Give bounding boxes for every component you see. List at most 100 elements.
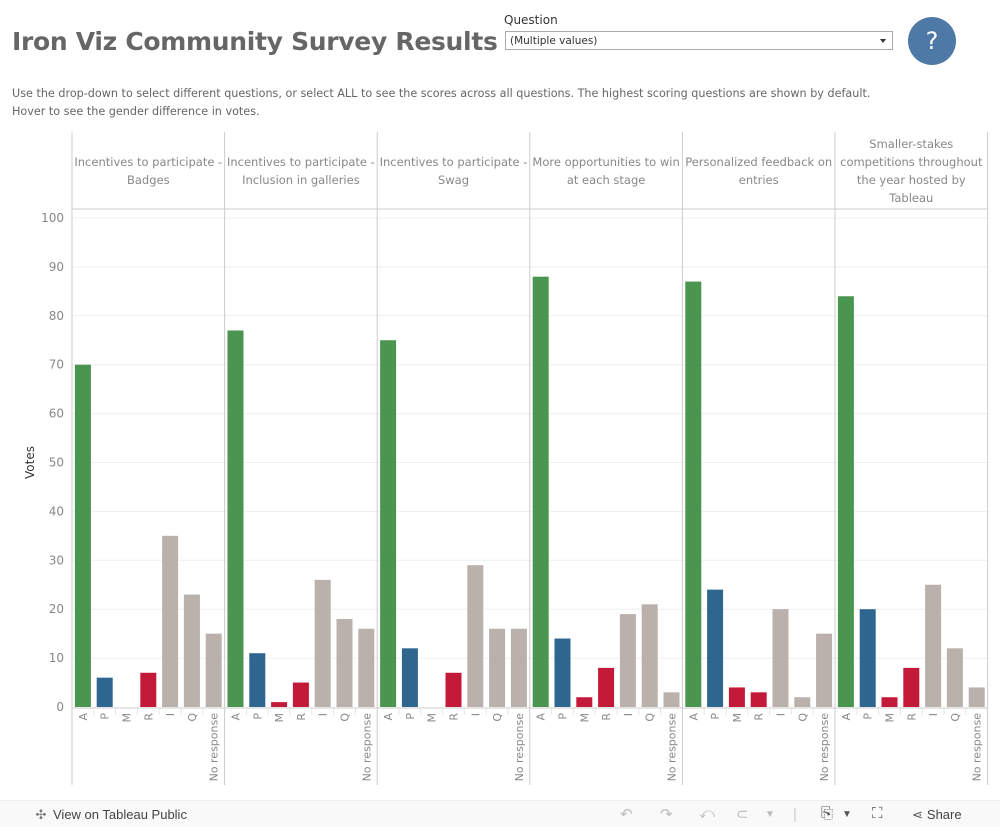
bar-i (162, 535, 179, 707)
revert-icon[interactable]: ⤺ (699, 805, 715, 822)
panel-title-line: Incentives to participate - (74, 155, 222, 169)
x-tick-label: P (99, 713, 112, 720)
share-button[interactable]: ⋖ Share (912, 807, 962, 823)
x-tick-label: A (535, 713, 548, 721)
x-tick-label: A (687, 713, 700, 721)
panel-title-line: Inclusion in galleries (242, 173, 360, 187)
bar-r (140, 672, 157, 707)
x-tick-label: P (557, 713, 570, 720)
panel-title-line: Incentives to participate - (227, 155, 375, 169)
dashboard-title: Iron Viz Community Survey Results (12, 27, 498, 56)
y-tick-label: 80 (49, 309, 64, 323)
bar-m (576, 697, 593, 707)
x-tick-label: No response (971, 713, 984, 782)
panel-title-line: at each stage (567, 173, 646, 187)
bar-i (467, 565, 484, 707)
bar-q (489, 628, 506, 707)
description-line-2: Hover to see the gender difference in vo… (12, 105, 260, 118)
y-axis-label: Votes (23, 446, 37, 479)
refresh-dropdown-icon[interactable]: ▼ (765, 809, 775, 820)
x-tick-label: I (927, 713, 940, 716)
x-tick-label: M (731, 713, 744, 723)
x-tick-label: No response (360, 713, 373, 782)
x-tick-label: Q (796, 713, 809, 722)
help-button[interactable]: ? (908, 17, 956, 65)
y-tick-label: 20 (49, 602, 64, 616)
bar-a (380, 340, 397, 707)
x-tick-label: R (600, 713, 613, 721)
x-tick-label: M (426, 713, 439, 723)
description-line-1: Use the drop-down to select different qu… (12, 87, 871, 100)
x-tick-label: M (121, 713, 134, 723)
x-tick-label: M (273, 713, 286, 723)
x-tick-label: Q (186, 713, 199, 722)
bar-i (925, 584, 942, 707)
y-tick-label: 60 (49, 407, 64, 421)
panel-title-line: Smaller-stakes (869, 137, 953, 151)
redo-icon[interactable]: ↷ (660, 805, 673, 823)
panel-title-line: the year hosted by (857, 173, 966, 187)
share-label: Share (926, 807, 962, 822)
x-tick-label: No response (208, 713, 221, 782)
view-on-tableau-public-link[interactable]: ✣ View on Tableau Public (33, 807, 187, 823)
bar-q (641, 604, 658, 707)
question-filter-label: Question (504, 13, 558, 27)
x-tick-label: P (709, 713, 722, 720)
bar-a (74, 364, 91, 707)
x-tick-label: R (753, 713, 766, 721)
bar-i (619, 614, 636, 707)
bar-m (271, 702, 288, 707)
x-tick-label: M (578, 713, 591, 723)
bar-a (227, 330, 244, 707)
bar-p (249, 653, 266, 707)
y-tick-label: 0 (56, 700, 64, 714)
bar-m (881, 697, 898, 707)
x-tick-label: P (862, 713, 875, 720)
refresh-icon[interactable]: ⊂ (736, 805, 749, 823)
x-tick-label: R (448, 713, 461, 721)
bar-i (772, 609, 789, 707)
x-tick-label: I (317, 713, 330, 716)
question-dropdown[interactable]: (Multiple values) (505, 31, 893, 50)
description: Use the drop-down to select different qu… (12, 85, 912, 121)
bar-r (903, 667, 920, 707)
download-dropdown-icon[interactable]: ▼ (842, 809, 852, 820)
panel-title-line: Personalized feedback on (685, 155, 832, 169)
bar-a (685, 281, 702, 707)
bar-a (532, 276, 549, 707)
panel-title-line: Swag (438, 173, 469, 187)
x-tick-label: Q (949, 713, 962, 722)
x-tick-label: R (142, 713, 155, 721)
download-icon[interactable]: ⎘ (821, 805, 833, 822)
tableau-logo-icon: ✣ (35, 807, 47, 822)
x-tick-label: R (905, 713, 918, 721)
x-tick-label: Q (339, 713, 352, 722)
x-tick-label: A (77, 713, 90, 721)
x-tick-label: Q (491, 713, 504, 722)
x-tick-label: I (469, 713, 482, 716)
bar-r (292, 682, 309, 707)
bar-no-response (663, 692, 680, 707)
y-tick-label: 50 (49, 456, 64, 470)
bar-q (336, 618, 353, 707)
y-tick-label: 90 (49, 260, 64, 274)
bar-a (837, 296, 854, 707)
bar-r (750, 692, 767, 707)
x-tick-label: A (840, 713, 853, 721)
panel-title-line: Incentives to participate - (380, 155, 528, 169)
x-tick-label: M (884, 713, 897, 723)
x-tick-label: I (622, 713, 635, 716)
bar-i (314, 579, 331, 707)
x-tick-label: A (230, 713, 243, 721)
bar-p (554, 638, 571, 707)
x-tick-label: Q (644, 713, 657, 722)
undo-icon[interactable]: ↶ (620, 805, 633, 823)
x-tick-label: P (251, 713, 264, 720)
bar-no-response (968, 687, 985, 707)
bar-p (401, 648, 418, 707)
x-tick-label: No response (818, 713, 831, 782)
y-tick-label: 100 (41, 211, 64, 225)
bar-no-response (205, 633, 222, 707)
fullscreen-icon[interactable]: ⛶ (872, 805, 883, 822)
bar-q (794, 697, 811, 707)
